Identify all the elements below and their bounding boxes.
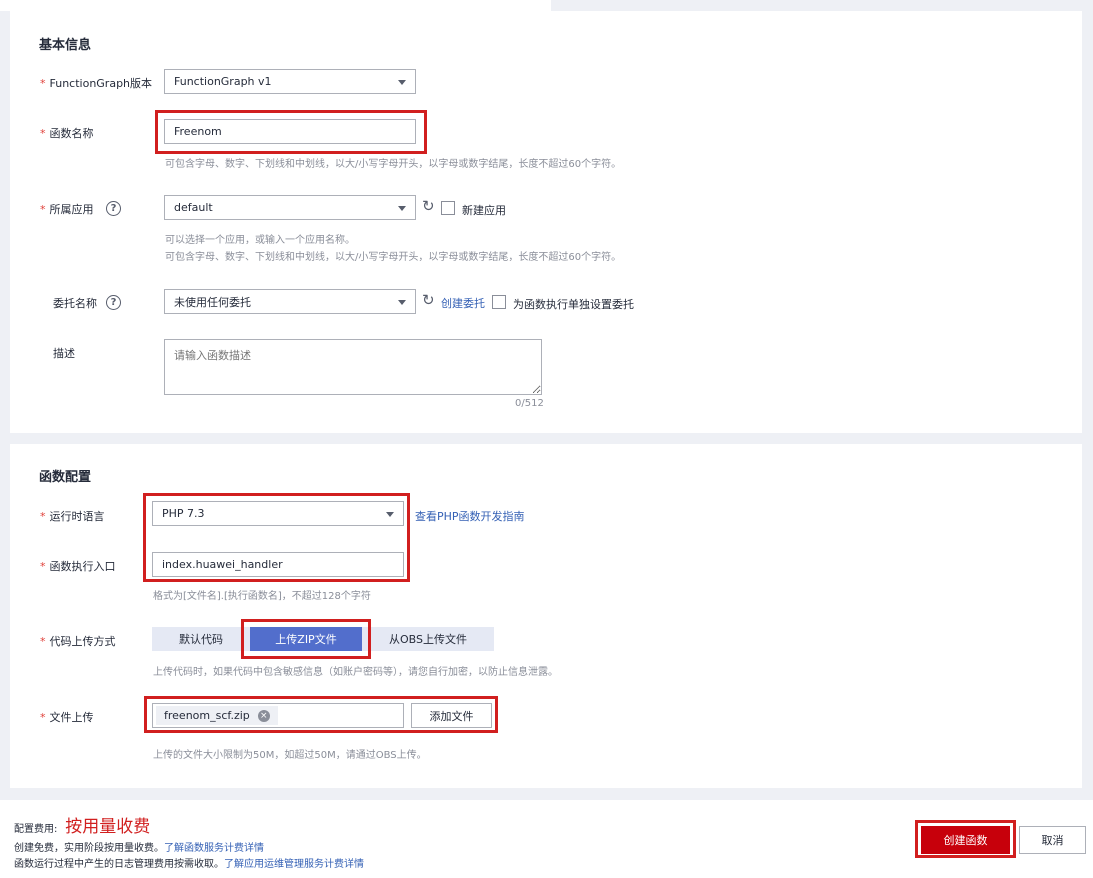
handler-label-text: 函数执行入口 — [49, 560, 116, 573]
desc-counter: 0/512 — [515, 398, 544, 409]
function-billing-link[interactable]: 了解函数服务计费详情 — [164, 843, 264, 854]
agency-select[interactable]: 未使用任何委托 — [164, 289, 416, 314]
runtime-label: * 运行时语言 — [40, 508, 105, 524]
chevron-down-icon — [398, 79, 406, 85]
handler-label: * 函数执行入口 — [40, 558, 116, 574]
app-select[interactable]: default — [164, 195, 416, 220]
app-value: default — [174, 201, 213, 214]
version-label-text: FunctionGraph版本 — [49, 77, 153, 90]
upload-method-label-text: 代码上传方式 — [49, 635, 116, 648]
chevron-down-icon — [398, 205, 406, 211]
refresh-icon[interactable]: ↻ — [422, 199, 435, 214]
required-mark: * — [40, 127, 46, 140]
help-icon[interactable]: ? — [106, 201, 121, 216]
name-hint: 可包含字母、数字、下划线和中划线，以大/小写字母开头，以字母或数字结尾，长度不超… — [165, 159, 622, 170]
upload-method-hint: 上传代码时，如果代码中包含敏感信息（如账户密码等），请您自行加密，以防止信息泄露… — [153, 667, 558, 678]
file-upload-label-text: 文件上传 — [49, 711, 94, 724]
required-mark: * — [40, 203, 46, 216]
agency-label: 委托名称 — [53, 297, 97, 310]
description-textarea[interactable] — [164, 339, 542, 395]
fee-line-1: 创建免费，实用阶段按用量收费。了解函数服务计费详情 — [14, 839, 264, 854]
fee-value: 按用量收费 — [65, 817, 151, 837]
version-label: * FunctionGraph版本 — [40, 75, 152, 91]
fee-row: 配置费用: 按用量收费 — [14, 812, 150, 837]
highlight-box — [144, 696, 498, 733]
function-config-title: 函数配置 — [39, 470, 92, 485]
required-mark: * — [40, 635, 46, 648]
required-mark: * — [40, 77, 46, 90]
highlight-box — [155, 110, 427, 154]
name-label: * 函数名称 — [40, 125, 94, 141]
create-agency-link[interactable]: 创建委托 — [441, 295, 485, 311]
fee-line-1-text: 创建免费，实用阶段按用量收费。 — [14, 843, 164, 854]
name-label-text: 函数名称 — [49, 127, 94, 140]
version-value: FunctionGraph v1 — [174, 75, 272, 88]
php-guide-link[interactable]: 查看PHP函数开发指南 — [415, 508, 525, 524]
version-select[interactable]: FunctionGraph v1 — [164, 69, 416, 94]
app-hint-1: 可以选择一个应用，或输入一个应用名称。 — [165, 235, 355, 246]
highlight-box — [143, 493, 410, 582]
separate-agency-checkbox[interactable] — [492, 295, 506, 309]
app-hint-2: 可包含字母、数字、下划线和中划线，以大/小写字母开头，以字母或数字结尾，长度不超… — [165, 252, 622, 263]
required-mark: * — [40, 510, 46, 523]
file-upload-label: * 文件上传 — [40, 709, 94, 725]
cancel-button[interactable]: 取消 — [1019, 826, 1086, 854]
fee-line-2-text: 函数运行过程中产生的日志管理费用按需收取。 — [14, 859, 224, 870]
new-app-checkbox[interactable] — [441, 201, 455, 215]
app-label: * 所属应用 — [40, 201, 94, 217]
highlight-box — [241, 619, 371, 659]
highlight-box — [915, 820, 1016, 858]
refresh-icon[interactable]: ↻ — [422, 293, 435, 308]
required-mark: * — [40, 560, 46, 573]
desc-label: 描述 — [53, 347, 75, 360]
required-mark: * — [40, 711, 46, 724]
runtime-label-text: 运行时语言 — [49, 510, 105, 523]
top-strip — [0, 0, 551, 11]
chevron-down-icon — [398, 299, 406, 305]
separate-agency-label: 为函数执行单独设置委托 — [513, 298, 634, 311]
upload-method-label: * 代码上传方式 — [40, 633, 116, 649]
handler-hint: 格式为[文件名].[执行函数名]，不超过128个字符 — [153, 591, 371, 602]
aom-billing-link[interactable]: 了解应用运维管理服务计费详情 — [224, 859, 364, 870]
upload-obs-option[interactable]: 从OBS上传文件 — [362, 627, 494, 651]
file-upload-hint: 上传的文件大小限制为50M，如超过50M，请通过OBS上传。 — [153, 750, 427, 761]
fee-line-2: 函数运行过程中产生的日志管理费用按需收取。了解应用运维管理服务计费详情 — [14, 855, 364, 870]
app-label-text: 所属应用 — [49, 203, 94, 216]
new-app-label: 新建应用 — [462, 204, 506, 217]
fee-label: 配置费用: — [14, 824, 58, 835]
agency-value: 未使用任何委托 — [174, 295, 251, 309]
upload-default-code-option[interactable]: 默认代码 — [152, 627, 250, 651]
basic-info-title: 基本信息 — [39, 38, 92, 53]
help-icon[interactable]: ? — [106, 295, 121, 310]
